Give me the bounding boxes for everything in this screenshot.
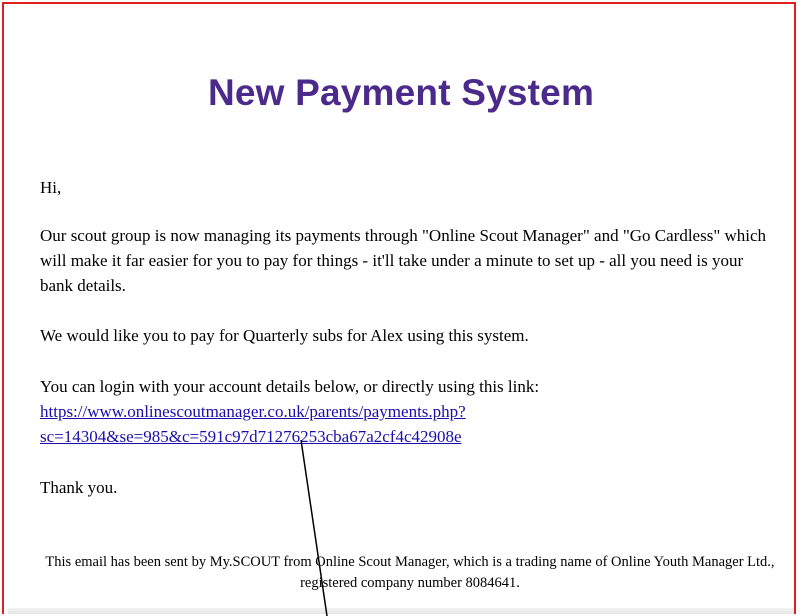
email-title: New Payment System	[207, 72, 595, 113]
intro-paragraph: Our scout group is now managing its paym…	[40, 226, 767, 295]
login-instructions: You can login with your account details …	[40, 374, 780, 449]
closing-text: Thank you.	[40, 478, 118, 497]
email-footer: This email has been sent by My.SCOUT fro…	[45, 554, 775, 591]
frame-bottom-edge	[8, 608, 794, 614]
login-instructions-text: You can login with your account details …	[40, 377, 540, 396]
greeting-text: Hi,	[40, 178, 62, 197]
request-paragraph: We would like you to pay for Quarterly s…	[40, 326, 529, 345]
payment-link-line1[interactable]: https://www.onlinescoutmanager.co.uk/par…	[40, 402, 466, 421]
email-frame: New Payment System Hi, Our scout group i…	[2, 2, 796, 614]
payment-link[interactable]: https://www.onlinescoutmanager.co.uk/par…	[40, 402, 466, 446]
payment-link-line2[interactable]: sc=14304&se=985&c=591c97d71276253cba67a2…	[40, 427, 462, 446]
